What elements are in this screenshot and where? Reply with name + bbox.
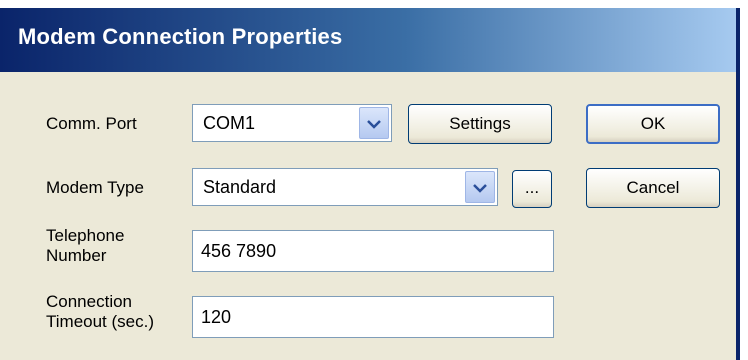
modem-properties-dialog: Modem Connection Properties Comm. Port C… <box>0 8 740 360</box>
telephone-label: Telephone Number <box>46 226 124 266</box>
telephone-number-value: 456 7890 <box>201 241 277 261</box>
timeout-label-line1: Connection <box>46 292 133 311</box>
ok-button-label: OK <box>640 114 666 133</box>
telephone-number-input[interactable]: 456 7890 <box>192 230 554 272</box>
comm-port-value: COM1 <box>203 113 256 133</box>
comm-port-label: Comm. Port <box>46 114 137 133</box>
modem-type-value: Standard <box>203 177 277 197</box>
ok-button[interactable]: OK <box>586 104 720 144</box>
chevron-down-icon <box>473 184 487 193</box>
modem-type-label: Modem Type <box>46 178 144 197</box>
timeout-label: Connection Timeout (sec.) <box>46 292 154 332</box>
telephone-label-line2: Number <box>46 246 107 265</box>
modem-type-select[interactable]: Standard <box>192 168 498 206</box>
connection-timeout-input[interactable]: 120 <box>192 296 554 338</box>
cancel-button[interactable]: Cancel <box>586 168 720 208</box>
comm-port-select[interactable]: COM1 <box>192 104 392 142</box>
window-title: Modem Connection Properties <box>18 24 343 49</box>
chevron-down-icon <box>367 120 381 129</box>
comm-port-dropdown-button[interactable] <box>359 107 389 139</box>
browse-modem-button-label: ... <box>524 178 540 197</box>
title-bar[interactable]: Modem Connection Properties <box>0 8 736 72</box>
telephone-label-line1: Telephone <box>46 226 125 245</box>
timeout-label-line2: Timeout (sec.) <box>46 312 155 331</box>
settings-button-label: Settings <box>449 114 511 133</box>
connection-timeout-value: 120 <box>201 307 232 327</box>
cancel-button-label: Cancel <box>626 178 680 197</box>
browse-modem-button[interactable]: ... <box>512 170 552 208</box>
modem-type-dropdown-button[interactable] <box>465 171 495 203</box>
settings-button[interactable]: Settings <box>408 104 552 144</box>
